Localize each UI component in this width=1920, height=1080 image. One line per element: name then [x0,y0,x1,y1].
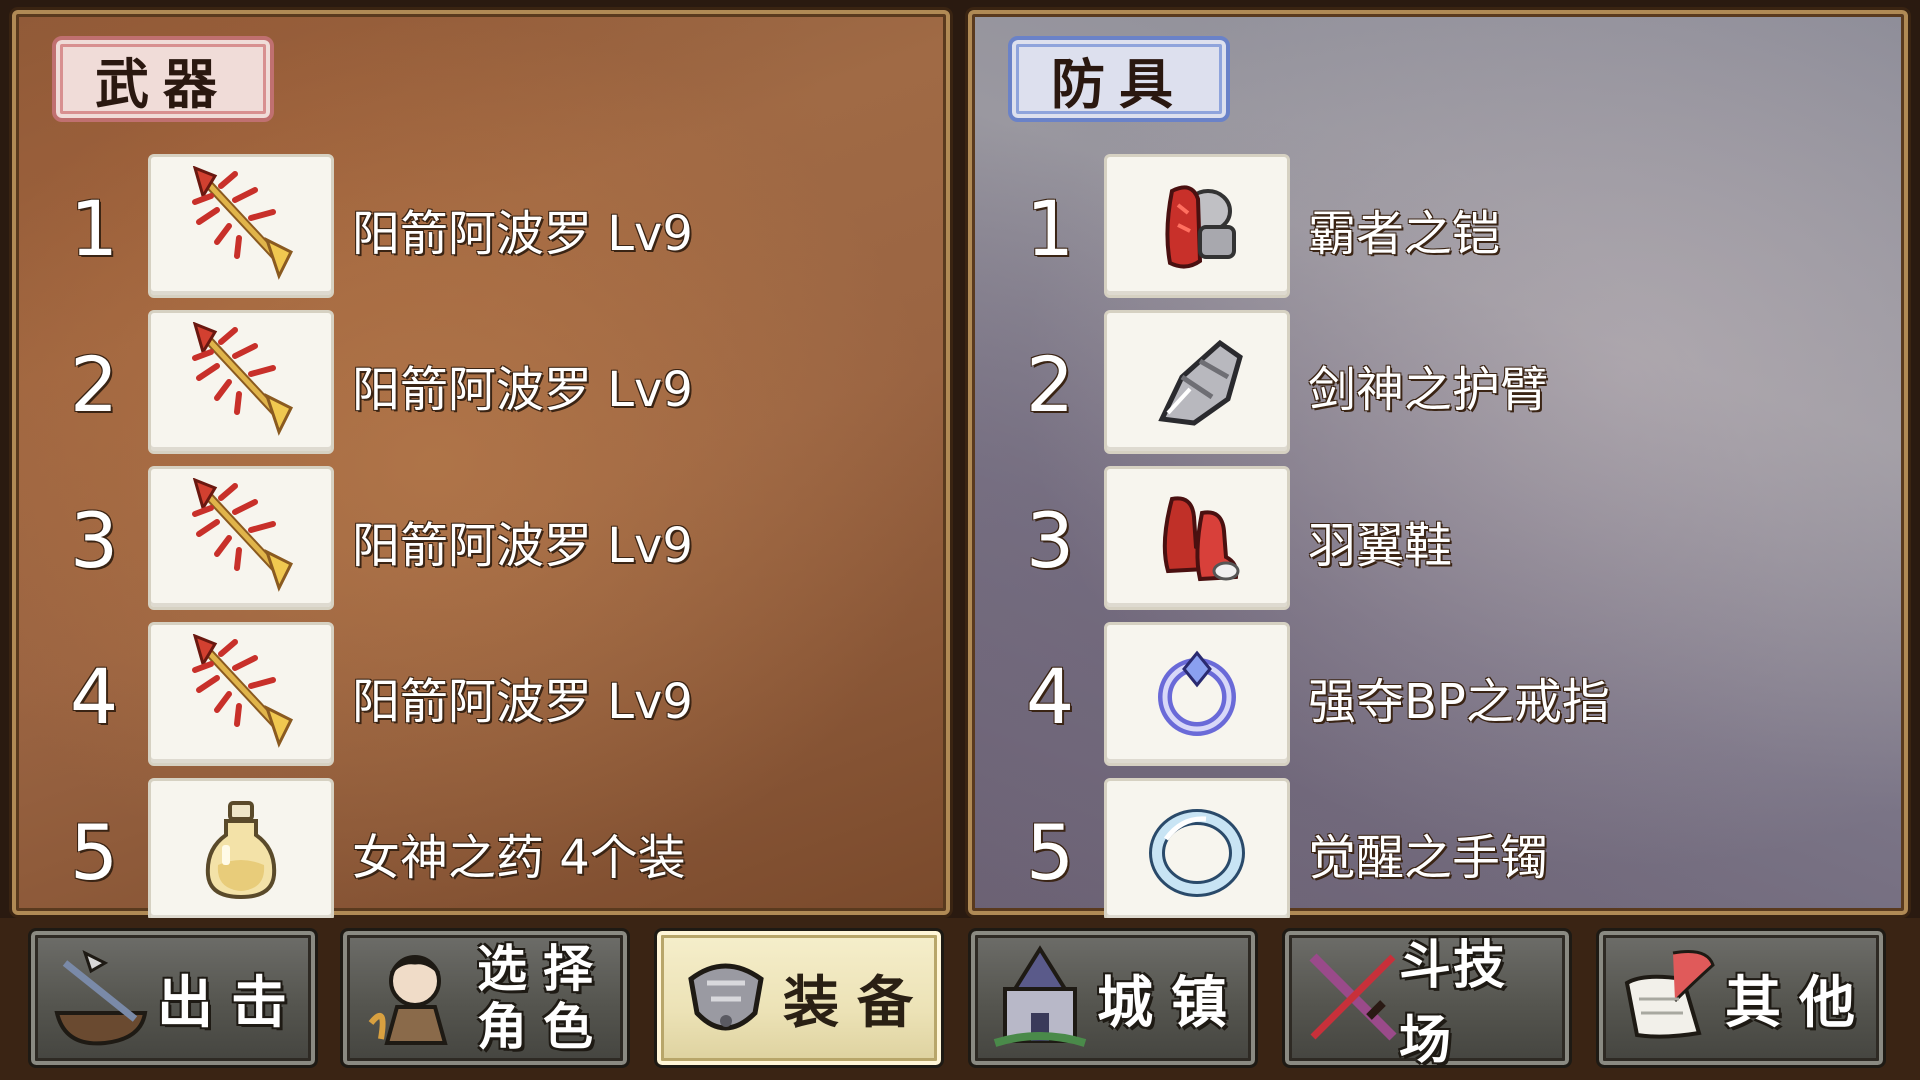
slot-number: 5 [69,808,119,897]
slot-item-name: 阳箭阿波罗 Lv9 [352,518,693,574]
slot-item-name: 阳箭阿波罗 Lv9 [352,362,693,418]
golden-arrow-icon[interactable] [148,154,334,298]
weapons-panel: 武器 1 阳箭阿波罗 Lv9 2 阳箭阿波罗 Lv9 3 阳箭阿波罗 Lv9 4… [12,10,950,922]
slot-number: 3 [1025,496,1075,585]
slot-item-name: 阳箭阿波罗 Lv9 [352,206,693,262]
town-label: 城镇 [1097,970,1245,1036]
equipment-label: 装备 [783,970,931,1036]
select-character-label: 选择 角色 [477,940,609,1056]
gauntlet-icon[interactable] [1104,310,1290,454]
weapon-slot[interactable]: 1 阳箭阿波罗 Lv9 [16,154,946,304]
armor-slot[interactable]: 2 剑神之护臂 [972,310,1904,460]
bracelet-icon[interactable] [1104,778,1290,922]
weapon-slot[interactable]: 5 女神之药 4个装 [16,778,946,928]
select-character-button[interactable]: 选择 角色 [340,928,630,1068]
armor-title: 防具 [1008,36,1230,122]
other-button[interactable]: 其他 [1596,928,1886,1068]
armor-icon [688,963,764,1031]
ship-icon [54,950,148,1046]
armor-panel: 防具 1 霸者之铠 2 剑神之护臂 3 羽翼鞋 4 强夺BP之戒指 5 觉醒之手… [968,10,1908,922]
golden-arrow-icon[interactable] [148,310,334,454]
sortie-label: 出击 [157,970,305,1036]
slot-item-name: 觉醒之手镯 [1308,830,1549,886]
slot-number: 3 [69,496,119,585]
armor-slot[interactable]: 1 霸者之铠 [972,154,1904,304]
red-boots-icon[interactable] [1104,466,1290,610]
scroll-quill-icon [1624,950,1715,1039]
golden-arrow-icon[interactable] [148,466,334,610]
armor-slot[interactable]: 3 羽翼鞋 [972,466,1904,616]
slot-number: 4 [69,652,119,741]
potion-bottle-icon[interactable] [148,778,334,922]
weapon-slot[interactable]: 2 阳箭阿波罗 Lv9 [16,310,946,460]
sortie-button[interactable]: 出击 [28,928,318,1068]
slot-number: 1 [1025,184,1075,273]
slot-item-name: 强夺BP之戒指 [1308,674,1610,730]
red-armor-icon[interactable] [1104,154,1290,298]
crossed-swords-icon [1309,953,1397,1041]
slot-item-name: 女神之药 4个装 [352,830,686,886]
slot-number: 2 [69,340,119,429]
slot-number: 2 [1025,340,1075,429]
town-button[interactable]: 城镇 [968,928,1258,1068]
weapon-slot[interactable]: 4 阳箭阿波罗 Lv9 [16,622,946,772]
castle-icon [993,945,1087,1047]
arena-button[interactable]: 斗技场 [1282,928,1572,1071]
slot-item-name: 剑神之护臂 [1308,362,1549,418]
armor-slot[interactable]: 5 觉醒之手镯 [972,778,1904,928]
weapons-title: 武器 [52,36,274,122]
slot-number: 1 [69,184,119,273]
slot-item-name: 羽翼鞋 [1308,518,1453,574]
slot-item-name: 阳箭阿波罗 Lv9 [352,674,693,730]
ring-icon[interactable] [1104,622,1290,766]
character-icon [368,955,448,1045]
slot-number: 5 [1025,808,1075,897]
equipment-button[interactable]: 装备 [654,928,944,1068]
armor-slot[interactable]: 4 强夺BP之戒指 [972,622,1904,772]
slot-item-name: 霸者之铠 [1308,206,1501,262]
weapon-slot[interactable]: 3 阳箭阿波罗 Lv9 [16,466,946,616]
arena-label: 斗技场 [1399,936,1508,1071]
other-label: 其他 [1725,970,1873,1036]
slot-number: 4 [1025,652,1075,741]
golden-arrow-icon[interactable] [148,622,334,766]
